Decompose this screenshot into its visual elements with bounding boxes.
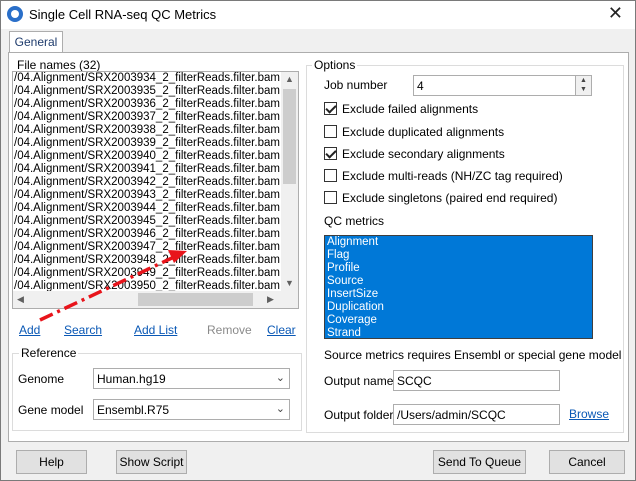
exclude-failed-label: Exclude failed alignments: [342, 102, 479, 116]
scroll-down-icon[interactable]: ▼: [285, 278, 294, 288]
file-list-horizontal-scrollbar[interactable]: ◀ ▶: [13, 291, 298, 308]
exclude-singletons-label: Exclude singletons (paired end required): [342, 191, 558, 205]
list-item[interactable]: /04.Alignment/SRX2003934_2_filterReads.f…: [13, 72, 298, 85]
list-item[interactable]: /04.Alignment/SRX2003947_2_filterReads.f…: [13, 241, 298, 254]
list-item[interactable]: InsertSize: [325, 288, 592, 301]
vertical-scroll-thumb[interactable]: [283, 89, 296, 184]
exclude-duplicated-checkbox[interactable]: [324, 125, 337, 138]
exclude-secondary-checkbox[interactable]: [324, 147, 337, 160]
list-item[interactable]: /04.Alignment/SRX2003938_2_filterReads.f…: [13, 124, 298, 137]
list-item[interactable]: /04.Alignment/SRX2003946_2_filterReads.f…: [13, 228, 298, 241]
source-note: Source metrics requires Ensembl or speci…: [324, 348, 622, 362]
horizontal-scroll-thumb[interactable]: [138, 293, 253, 306]
qc-metrics-label: QC metrics: [324, 214, 384, 228]
reference-title: Reference: [19, 346, 79, 360]
list-item[interactable]: /04.Alignment/SRX2003943_2_filterReads.f…: [13, 189, 298, 202]
output-folder-field[interactable]: /Users/admin/SCQC: [393, 404, 560, 425]
stepper-arrows-icon[interactable]: ▲ ▼: [575, 76, 591, 95]
list-item[interactable]: /04.Alignment/SRX2003935_2_filterReads.f…: [13, 85, 298, 98]
output-name-label: Output name: [324, 374, 394, 388]
remove-button[interactable]: Remove: [207, 323, 252, 337]
add-button[interactable]: Add: [19, 323, 40, 337]
add-list-button[interactable]: Add List: [134, 323, 177, 337]
output-folder-label: Output folder: [324, 408, 394, 422]
list-item[interactable]: Source: [325, 275, 592, 288]
output-name-field[interactable]: SCQC: [393, 370, 560, 391]
list-item[interactable]: /04.Alignment/SRX2003942_2_filterReads.f…: [13, 176, 298, 189]
list-item[interactable]: /04.Alignment/SRX2003941_2_filterReads.f…: [13, 163, 298, 176]
list-item[interactable]: /04.Alignment/SRX2003940_2_filterReads.f…: [13, 150, 298, 163]
exclude-multireads-label: Exclude multi-reads (NH/ZC tag required): [342, 169, 563, 183]
scroll-left-icon[interactable]: ◀: [17, 294, 24, 305]
search-button[interactable]: Search: [64, 323, 102, 337]
list-item[interactable]: Profile: [325, 262, 592, 275]
exclude-duplicated-label: Exclude duplicated alignments: [342, 125, 505, 139]
exclude-singletons-checkbox[interactable]: [324, 191, 337, 204]
list-item[interactable]: Coverage: [325, 314, 592, 327]
output-name-value: SCQC: [397, 374, 432, 388]
file-names-title: File names (32): [17, 58, 101, 72]
gene-model-select[interactable]: Ensembl.R75 ⌄: [93, 399, 290, 420]
gene-model-label: Gene model: [18, 403, 84, 417]
chevron-down-icon: ⌄: [275, 372, 285, 384]
tab-general[interactable]: General: [9, 31, 63, 53]
qc-metrics-list[interactable]: Alignment Flag Profile Source InsertSize…: [324, 235, 593, 339]
show-script-button[interactable]: Show Script: [116, 450, 187, 474]
exclude-failed-checkbox[interactable]: [324, 102, 337, 115]
chevron-down-icon: ⌄: [275, 403, 285, 415]
exclude-secondary-label: Exclude secondary alignments: [342, 147, 505, 161]
list-item[interactable]: /04.Alignment/SRX2003944_2_filterReads.f…: [13, 202, 298, 215]
job-number-value: 4: [417, 79, 424, 93]
list-item[interactable]: /04.Alignment/SRX2003937_2_filterReads.f…: [13, 111, 298, 124]
window-title: Single Cell RNA-seq QC Metrics: [29, 7, 217, 22]
list-item[interactable]: Strand: [325, 327, 592, 340]
cancel-button[interactable]: Cancel: [549, 450, 625, 474]
list-item[interactable]: /04.Alignment/SRX2003949_2_filterReads.f…: [13, 267, 298, 280]
list-item[interactable]: Alignment: [325, 236, 592, 249]
list-item[interactable]: /04.Alignment/SRX2003936_2_filterReads.f…: [13, 98, 298, 111]
file-list-items: /04.Alignment/SRX2003934_2_filterReads.f…: [13, 72, 298, 293]
scroll-up-icon[interactable]: ▲: [285, 74, 294, 84]
gene-model-value: Ensembl.R75: [97, 403, 170, 417]
options-title: Options: [312, 58, 358, 72]
genome-label: Genome: [18, 372, 65, 386]
help-button[interactable]: Help: [16, 450, 87, 474]
browse-button[interactable]: Browse: [569, 407, 609, 421]
send-to-queue-button[interactable]: Send To Queue: [433, 450, 526, 474]
list-item[interactable]: /04.Alignment/SRX2003948_2_filterReads.f…: [13, 254, 298, 267]
genome-select[interactable]: Human.hg19 ⌄: [93, 368, 290, 389]
list-item[interactable]: Flag: [325, 249, 592, 262]
file-list[interactable]: /04.Alignment/SRX2003934_2_filterReads.f…: [12, 71, 299, 309]
output-folder-value: /Users/admin/SCQC: [397, 408, 506, 422]
list-item[interactable]: Duplication: [325, 301, 592, 314]
scroll-right-icon[interactable]: ▶: [267, 294, 274, 305]
job-number-label: Job number: [324, 78, 388, 92]
clear-button[interactable]: Clear: [267, 323, 296, 337]
genome-value: Human.hg19: [97, 372, 166, 386]
app-logo-icon: [7, 6, 23, 22]
exclude-multireads-checkbox[interactable]: [324, 169, 337, 182]
file-list-vertical-scrollbar[interactable]: ▲ ▼: [281, 72, 298, 293]
title-bar: Single Cell RNA-seq QC Metrics ✕: [1, 1, 635, 29]
list-item[interactable]: /04.Alignment/SRX2003945_2_filterReads.f…: [13, 215, 298, 228]
job-number-stepper[interactable]: 4 ▲ ▼: [413, 75, 592, 96]
dialog-window: Single Cell RNA-seq QC Metrics ✕ General…: [0, 0, 636, 481]
list-item[interactable]: /04.Alignment/SRX2003939_2_filterReads.f…: [13, 137, 298, 150]
close-icon[interactable]: ✕: [608, 3, 623, 24]
